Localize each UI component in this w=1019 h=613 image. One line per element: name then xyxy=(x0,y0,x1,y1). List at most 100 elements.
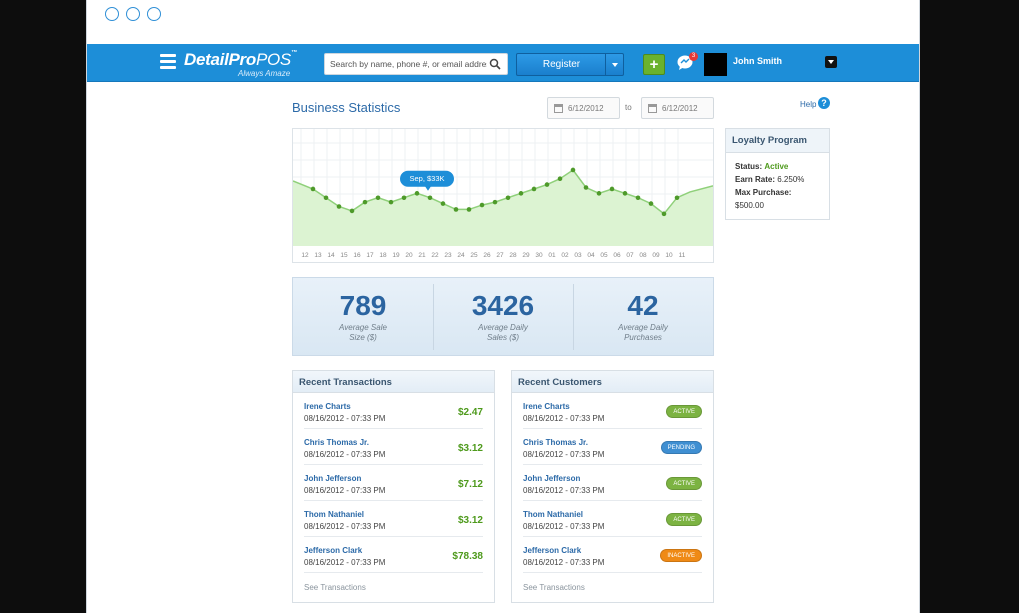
window-control-minimize[interactable] xyxy=(126,7,140,21)
recent-customers-panel: Recent Customers Irene Charts 08/16/2012… xyxy=(511,370,714,603)
x-tick-label: 20 xyxy=(405,252,413,259)
date-range-separator: to xyxy=(625,103,632,112)
chart-point xyxy=(336,204,342,209)
panel-title: Recent Customers xyxy=(512,371,713,393)
x-tick-label: 12 xyxy=(301,252,309,259)
loyalty-max-purchase: Max Purchase: xyxy=(735,188,792,197)
chart-point xyxy=(323,195,329,201)
x-tick-label: 15 xyxy=(340,252,348,259)
top-nav-bar: DetailProPOS™ Always Amaze Register + 3 … xyxy=(87,44,919,82)
x-tick-label: 09 xyxy=(652,252,660,259)
chart-point xyxy=(596,191,602,196)
date-to-field[interactable]: 6/12/2012 xyxy=(641,97,714,119)
table-row[interactable]: Jefferson Clark 08/16/2012 - 07:33 PM $7… xyxy=(304,537,483,573)
x-tick-label: 24 xyxy=(457,252,465,259)
x-tick-label: 30 xyxy=(535,252,543,259)
chart-point xyxy=(492,199,498,205)
list-item[interactable]: Irene Charts 08/16/2012 - 07:33 PM ACTIV… xyxy=(523,393,702,429)
stats-summary: 789 Average Sale Size ($) 3426 Average Da… xyxy=(292,277,714,356)
search-icon[interactable] xyxy=(489,58,501,70)
x-tick-label: 08 xyxy=(639,252,647,259)
x-tick-label: 02 xyxy=(561,252,569,259)
page-title: Business Statistics xyxy=(292,100,401,115)
status-badge: ACTIVE xyxy=(666,477,702,490)
list-item[interactable]: Chris Thomas Jr. 08/16/2012 - 07:33 PM P… xyxy=(523,429,702,465)
x-tick-label: 04 xyxy=(587,252,595,259)
x-tick-label: 26 xyxy=(483,252,491,259)
x-tick-label: 07 xyxy=(626,252,634,259)
chart-point xyxy=(674,195,680,201)
chart-point xyxy=(479,202,485,208)
logo-tagline: Always Amaze xyxy=(238,69,291,78)
chart-point xyxy=(609,186,615,192)
avatar[interactable] xyxy=(704,53,727,76)
x-tick-label: 06 xyxy=(613,252,621,259)
x-tick-label: 18 xyxy=(379,252,387,259)
register-button[interactable]: Register xyxy=(516,53,624,76)
table-row[interactable]: Chris Thomas Jr. 08/16/2012 - 07:33 PM $… xyxy=(304,429,483,465)
chart-point xyxy=(622,191,628,196)
chart-point xyxy=(310,186,316,192)
notification-badge: 3 xyxy=(689,52,698,61)
app-logo[interactable]: DetailProPOS™ Always Amaze xyxy=(184,50,297,78)
help-link[interactable]: Help xyxy=(800,100,816,109)
hamburger-menu-icon[interactable] xyxy=(160,54,176,70)
chart-tooltip: Sep, $33K xyxy=(400,170,454,191)
loyalty-program-panel: Loyalty Program Status: Active Earn Rate… xyxy=(725,128,830,220)
x-tick-label: 10 xyxy=(665,252,673,259)
chart-point xyxy=(505,195,511,201)
x-tick-label: 27 xyxy=(496,252,504,259)
status-badge: ACTIVE xyxy=(666,513,702,526)
search-input[interactable] xyxy=(325,54,487,74)
chart-point xyxy=(466,207,472,212)
see-transactions-link[interactable]: See Transactions xyxy=(523,583,585,592)
x-tick-label: 19 xyxy=(392,252,400,259)
loyalty-earn-rate: Earn Rate: 6.250% xyxy=(735,175,805,184)
register-dropdown-toggle[interactable] xyxy=(605,54,623,75)
panel-title: Recent Transactions xyxy=(293,371,494,393)
list-item[interactable]: Thom Nathaniel 08/16/2012 - 07:33 PM ACT… xyxy=(523,501,702,537)
add-button[interactable]: + xyxy=(643,54,665,75)
loyalty-status: Status: Active xyxy=(735,162,789,171)
table-row[interactable]: John Jefferson 08/16/2012 - 07:33 PM $7.… xyxy=(304,465,483,501)
x-tick-label: 03 xyxy=(574,252,582,259)
chart-point xyxy=(661,211,667,217)
chart-point xyxy=(349,208,355,214)
table-row[interactable]: Irene Charts 08/16/2012 - 07:33 PM $2.47 xyxy=(304,393,483,429)
list-item[interactable]: John Jefferson 08/16/2012 - 07:33 PM ACT… xyxy=(523,465,702,501)
chart-point xyxy=(583,185,589,190)
chart-point xyxy=(635,195,641,201)
loyalty-max-value: $500.00 xyxy=(735,201,764,210)
x-tick-label: 11 xyxy=(679,252,686,259)
table-row[interactable]: Thom Nathaniel 08/16/2012 - 07:33 PM $3.… xyxy=(304,501,483,537)
status-badge: INACTIVE xyxy=(660,549,702,562)
messages-button[interactable]: 3 xyxy=(677,52,698,71)
app-window: DetailProPOS™ Always Amaze Register + 3 … xyxy=(86,0,920,613)
x-tick-label: 21 xyxy=(418,252,426,259)
chart-point xyxy=(362,199,368,205)
chart-point xyxy=(531,186,537,192)
date-from-field[interactable]: 6/12/2012 xyxy=(547,97,620,119)
user-name[interactable]: John Smith xyxy=(733,56,782,66)
stat-average-daily-sales: 3426 Average Daily Sales ($) xyxy=(471,290,535,342)
calendar-icon xyxy=(554,104,563,113)
x-tick-label: 17 xyxy=(366,252,374,259)
x-tick-label: 01 xyxy=(548,252,556,259)
list-item[interactable]: Jefferson Clark 08/16/2012 - 07:33 PM IN… xyxy=(523,537,702,573)
x-tick-label: 05 xyxy=(600,252,608,259)
chart-point xyxy=(544,182,550,187)
chart-point xyxy=(401,195,407,201)
chart-svg: 12 13 14 15 16 17 18 19 20 21 22 23 24 25 26 27 28 29 30 01… xyxy=(293,129,713,259)
window-control-maximize[interactable] xyxy=(147,7,161,21)
user-menu-dropdown[interactable] xyxy=(825,56,837,68)
status-badge: ACTIVE xyxy=(666,405,702,418)
x-tick-label: 28 xyxy=(509,252,517,259)
chart-point xyxy=(518,191,524,196)
window-control-close[interactable] xyxy=(105,7,119,21)
see-transactions-link[interactable]: See Transactions xyxy=(304,583,366,592)
chart-point xyxy=(570,167,576,173)
chevron-down-icon xyxy=(612,63,618,67)
x-tick-label: 16 xyxy=(353,252,361,259)
help-icon[interactable]: ? xyxy=(818,97,830,109)
chart-point xyxy=(375,195,381,201)
